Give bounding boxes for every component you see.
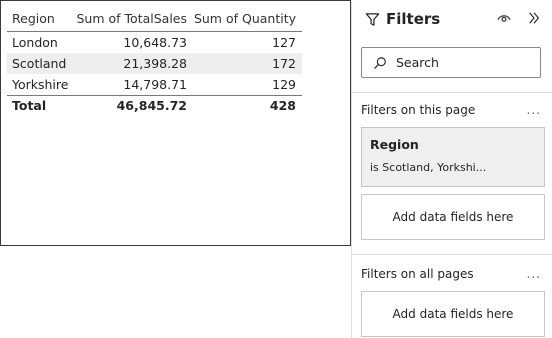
cell-region: London: [12, 35, 58, 50]
cell-total-sales: 14,798.71: [123, 77, 187, 92]
table-total-row: Total 46,845.72 428: [7, 95, 302, 115]
filters-pane: Filters Filters on this page ... Region …: [351, 0, 552, 338]
table-header-row: Region Sum of TotalSales Sum of Quantity: [7, 6, 302, 32]
table-row[interactable]: Scotland 21,398.28 172: [7, 53, 302, 74]
filters-on-all-pages-label: Filters on all pages: [361, 267, 474, 281]
double-chevron-right-icon[interactable]: [526, 10, 542, 26]
cell-region: Yorkshire: [12, 77, 69, 92]
cell-total-sales: 10,648.73: [123, 35, 187, 50]
total-sales-value: 46,845.72: [116, 98, 187, 113]
search-icon: [372, 55, 388, 71]
total-label: Total: [12, 98, 47, 113]
column-header-total-sales[interactable]: Sum of TotalSales: [71, 11, 188, 26]
column-header-quantity[interactable]: Sum of Quantity: [187, 11, 302, 26]
divider: [352, 254, 552, 255]
cell-quantity: 127: [272, 35, 296, 50]
table-visual[interactable]: Region Sum of TotalSales Sum of Quantity…: [0, 0, 351, 246]
filters-on-this-page-label: Filters on this page: [361, 103, 476, 117]
more-options-icon[interactable]: ...: [527, 267, 541, 281]
total-quantity-value: 428: [269, 98, 296, 113]
filters-search-input[interactable]: [396, 55, 526, 70]
cell-quantity: 172: [272, 56, 296, 71]
filters-title: Filters: [386, 10, 441, 28]
region-filter-card[interactable]: Region is Scotland, Yorkshi...: [361, 127, 545, 187]
filters-pane-header: Filters: [364, 10, 440, 28]
cell-quantity: 129: [272, 77, 296, 92]
filter-icon: [364, 11, 380, 27]
filter-card-title: Region: [370, 137, 419, 152]
cell-region: Scotland: [12, 56, 67, 71]
all-pages-filters-dropzone[interactable]: Add data fields here: [361, 291, 545, 337]
column-header-region[interactable]: Region: [7, 11, 71, 26]
filters-search-box[interactable]: [361, 47, 541, 78]
divider: [352, 92, 552, 93]
table-row[interactable]: London 10,648.73 127: [7, 32, 302, 53]
eye-icon[interactable]: [496, 10, 512, 26]
page-filters-dropzone[interactable]: Add data fields here: [361, 194, 545, 240]
cell-total-sales: 21,398.28: [123, 56, 187, 71]
table-row[interactable]: Yorkshire 14,798.71 129: [7, 74, 302, 95]
data-table: Region Sum of TotalSales Sum of Quantity…: [7, 6, 302, 115]
more-options-icon[interactable]: ...: [527, 103, 541, 117]
filter-card-summary: is Scotland, Yorkshi...: [370, 161, 487, 174]
